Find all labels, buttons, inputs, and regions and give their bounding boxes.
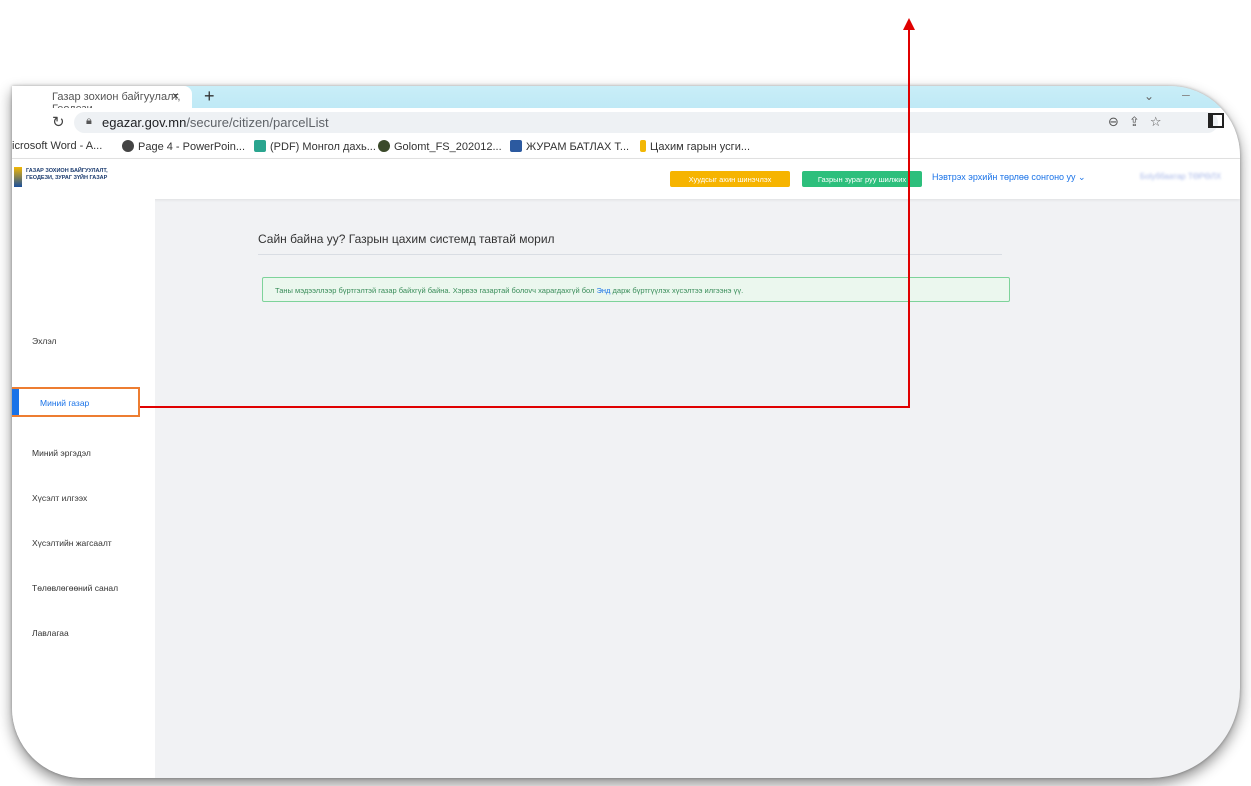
bookmark-label: Цахим гарын усги... — [650, 141, 751, 153]
agency-logo-text[interactable]: ГАЗАР ЗОХИОН БАЙГУУЛАЛТ, ГЕОДЕЗИ, ЗУРАГ … — [26, 168, 108, 182]
bookmark-powerpoint[interactable]: Page 4 - PowerPoin... — [122, 140, 245, 153]
callout-line-horizontal — [140, 406, 910, 408]
title-divider — [258, 254, 1002, 255]
sidebar-item-home[interactable]: Эхлэл — [32, 336, 56, 346]
welcome-title: Сайн байна уу? Газрын цахим системд тавт… — [258, 232, 555, 246]
sidebar-item-reference[interactable]: Лавлагаа — [32, 628, 69, 638]
sidebar: Эхлэл Миний газар Миний эргэдэл Хүсэлт и… — [12, 199, 155, 778]
bookmark-label: Golomt_FS_202012... — [394, 141, 502, 153]
bookmark-label: (PDF) Монгол дахь... — [270, 141, 376, 153]
sidebar-item-send-request[interactable]: Хүсэлт илгээх — [32, 493, 87, 503]
url-domain: egazar.gov.mn — [102, 115, 187, 130]
browser-tab[interactable]: Газар зохион байгуулалт, Геодези × — [12, 86, 192, 115]
role-select[interactable]: Нэвтрэх эрхийн төрлөө сонгоно уу ⌄ — [932, 172, 1086, 183]
cropped-document-text — [0, 0, 1251, 8]
bookmark-label: ЖУРАМ БАТЛАХ Т... — [526, 141, 630, 153]
bookmark-pdf[interactable]: (PDF) Монгол дахь... — [254, 140, 376, 153]
agency-logo-icon — [14, 167, 22, 187]
minimize-icon[interactable]: – — [1182, 86, 1190, 102]
user-name[interactable]: Бolуббаатар ТӨРӨЛХ — [1140, 172, 1221, 181]
bookmarks-bar: icrosoft Word - A... Page 4 - PowerPoin.… — [12, 136, 1240, 159]
site-header: ГАЗАР ЗОХИОН БАЙГУУЛАЛТ, ГЕОДЕЗИ, ЗУРАГ … — [12, 159, 1240, 199]
sidebar-item-request-list[interactable]: Хүсэлтийн жагсаалт — [32, 538, 112, 548]
tab-bar: Газар зохион байгуулалт, Геодези × + ⌄ – — [12, 86, 1240, 115]
sidebar-item-my-possession[interactable]: Миний эргэдэл — [32, 448, 91, 458]
share-icon[interactable]: ⇪ — [1129, 114, 1150, 129]
signature-icon — [640, 140, 646, 152]
logo-line: ГАЗАР ЗОХИОН БАЙГУУЛАЛТ, — [26, 168, 108, 174]
sidebar-item-my-land[interactable]: Миний газар — [40, 398, 89, 408]
callout-line-vertical — [908, 28, 910, 408]
go-to-map-button[interactable]: Газрын зураг руу шилжих — [802, 171, 922, 187]
notice-text: Таны мэдээллээр бүртгэлтэй газар байхгүй… — [275, 286, 597, 295]
globe-icon — [122, 140, 134, 152]
reload-icon[interactable]: ↻ — [52, 113, 65, 131]
notice-text-end: дарж бүртгүүлэх хүсэлтээ илгээнэ үү. — [610, 286, 744, 295]
sidebar-item-plan-proposal[interactable]: Төлөвлөгөөний санал — [32, 583, 118, 593]
new-tab-icon[interactable]: + — [204, 86, 215, 107]
refresh-page-button[interactable]: Хуудсыг ахин шинэчлэх — [670, 171, 790, 187]
bookmark-golomt[interactable]: Golomt_FS_202012... — [378, 140, 502, 153]
register-here-link[interactable]: Энд — [597, 286, 611, 295]
side-panel-icon[interactable] — [1208, 113, 1224, 128]
url-path: /secure/citizen/parcelList — [186, 115, 329, 130]
zoom-icon[interactable]: ⊖ — [1108, 114, 1129, 129]
tab-close-icon[interactable]: × — [172, 89, 179, 103]
browser-toolbar: ↻ 🔒︎ egazar.gov.mn/secure/citizen/parcel… — [12, 108, 1240, 136]
no-land-notice: Таны мэдээллээр бүртгэлтэй газар байхгүй… — [262, 277, 1010, 302]
tab-search-chevron-icon[interactable]: ⌄ — [1144, 89, 1154, 103]
bookmark-label: icrosoft Word - A... — [12, 140, 103, 152]
lock-icon: 🔒︎ — [86, 115, 92, 127]
omnibox-action-icons: ⊖⇪☆ — [1108, 114, 1171, 130]
golomt-icon — [378, 140, 390, 152]
active-indicator — [12, 389, 19, 415]
bookmark-word[interactable]: icrosoft Word - A... — [12, 140, 102, 152]
logo-line: ГЕОДЕЗИ, ЗУРАГ ЗҮЙН ГАЗАР — [26, 175, 108, 181]
bookmark-label: Page 4 - PowerPoin... — [138, 141, 246, 153]
bookmark-signature[interactable]: Цахим гарын усги... — [640, 140, 750, 153]
browser-window: Газар зохион байгуулалт, Геодези × + ⌄ –… — [12, 86, 1240, 778]
researchgate-icon — [254, 140, 266, 152]
emblem-icon — [510, 140, 522, 152]
bookmark-juram[interactable]: ЖУРАМ БАТЛАХ Т... — [510, 140, 629, 153]
url-text: egazar.gov.mn/secure/citizen/parcelList — [102, 115, 329, 130]
address-bar[interactable]: 🔒︎ egazar.gov.mn/secure/citizen/parcelLi… — [74, 112, 1218, 133]
star-icon[interactable]: ☆ — [1150, 114, 1172, 129]
